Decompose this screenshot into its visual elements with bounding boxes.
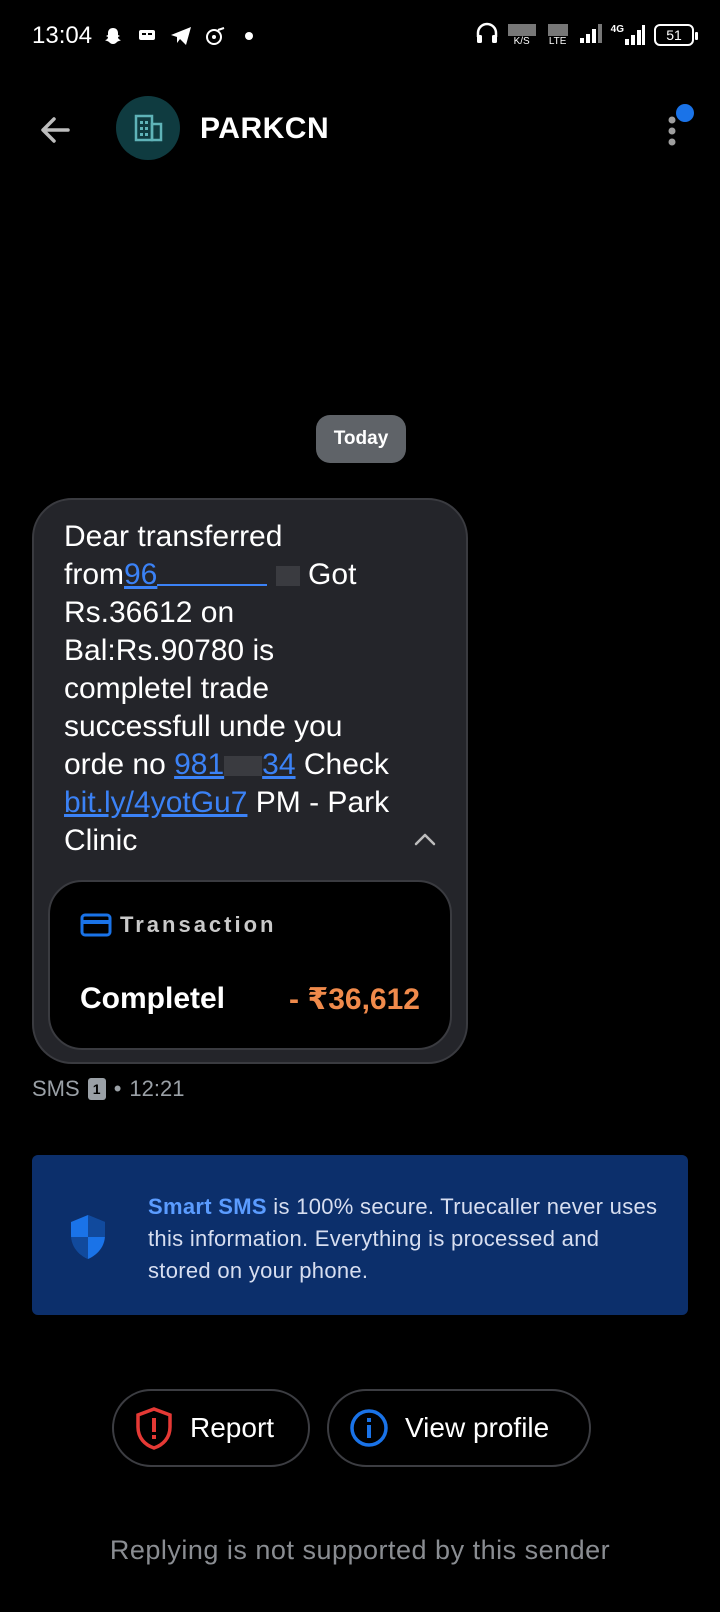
transaction-card[interactable]: Transaction Completel - ₹36,612 [48,880,452,1050]
phone-number-link[interactable]: 96 [124,558,268,591]
transaction-header: Transaction [80,912,276,938]
headphones-icon [475,21,499,50]
app-notification-icon [204,25,226,47]
message-time: 12:21 [129,1076,185,1101]
building-icon [134,114,163,142]
banner-text: Smart SMS is 100% secure. Truecaller nev… [148,1194,658,1283]
net-speed-indicator: K/S [507,23,537,47]
message-icon [136,25,158,47]
back-button[interactable] [34,108,78,152]
system-icons: K/S LTE 4G 51 [475,18,698,52]
more-notifications-dot-icon [238,25,260,47]
chevron-up-icon [414,833,436,846]
shield-icon [71,1215,105,1259]
status-bar: 13:04 K/S LTE 4G 51 [0,0,720,72]
message-meta: SMS 1 • 12:21 [32,1076,185,1101]
smart-sms-banner: Smart SMS is 100% secure. Truecaller nev… [32,1155,688,1315]
lte-indicator: LTE [545,23,571,47]
notification-badge [676,104,694,122]
message-bubble[interactable]: Dear transferred from96 Got Rs.36612 on … [32,498,468,1064]
view-profile-button[interactable]: View profile [327,1389,591,1467]
sender-name[interactable]: PARKCN [200,112,329,146]
back-arrow-icon [41,117,70,143]
snapchat-icon [102,25,124,47]
battery-indicator: 51 [654,24,698,46]
report-button[interactable]: Report [112,1389,310,1467]
transaction-status: Completel [80,982,226,1015]
sim-icon: 1 [87,1078,106,1100]
report-shield-icon [136,1407,172,1450]
url-link[interactable]: bit.ly/4yotGu7 [64,786,247,819]
date-divider: Today [316,415,406,463]
order-number-link[interactable]: 981 34 [174,748,295,781]
signal-strength-icon [579,22,603,49]
notification-icons [102,22,260,50]
message-body: Dear transferred from96 Got Rs.36612 on … [64,520,390,857]
reply-not-supported-note: Replying is not supported by this sender [109,1535,611,1565]
telegram-icon [170,25,192,47]
status-time: 13:04 [32,22,93,49]
sender-avatar[interactable] [116,96,180,160]
info-icon [350,1409,388,1447]
collapse-button[interactable] [410,824,440,854]
transaction-label: Transaction [120,912,277,937]
conversation-header: PARKCN [0,90,720,170]
mobile-data-icon: 4G [611,24,646,46]
transaction-amount: - ₹36,612 [289,983,420,1016]
credit-card-icon [80,913,112,937]
